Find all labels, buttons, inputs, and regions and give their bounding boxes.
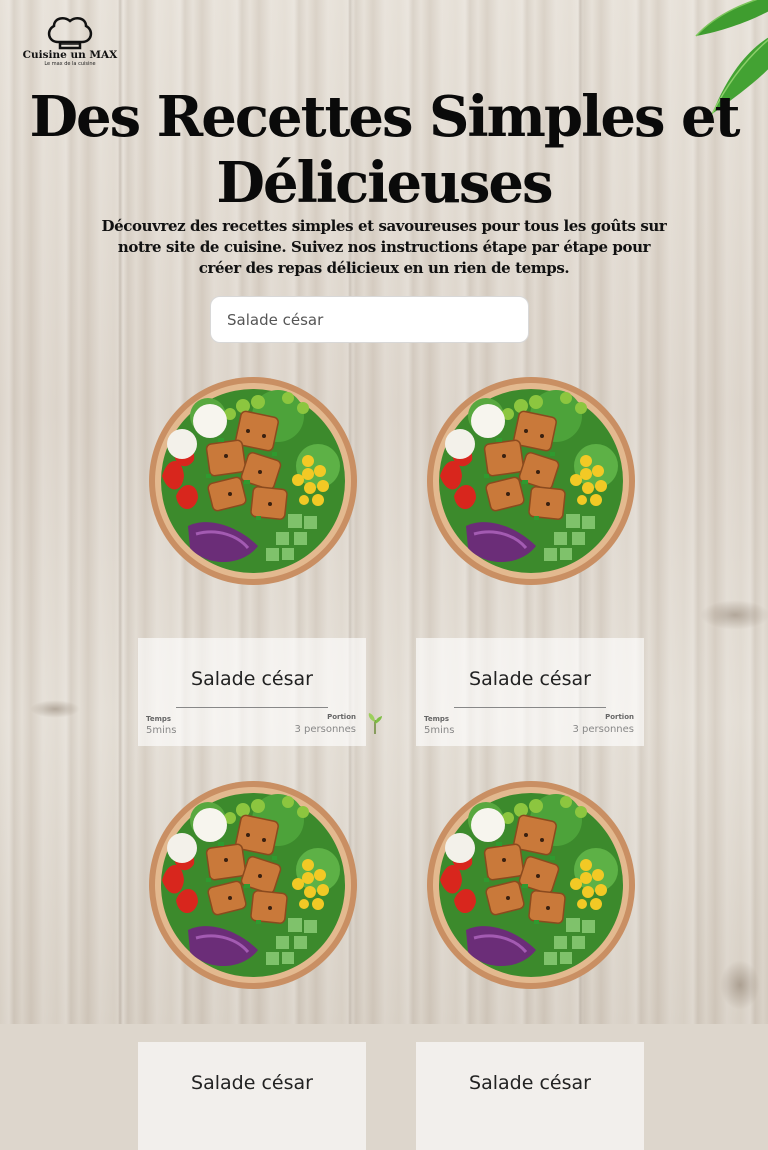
- salad-plate-image: [148, 780, 358, 990]
- recipe-info-panel: Salade césar: [416, 1042, 644, 1150]
- time-value: 5mins: [424, 725, 455, 736]
- logo-tagline: Le max de la cuisine: [44, 61, 96, 67]
- salad-plate-image: [148, 376, 358, 586]
- portion-value: 3 personnes: [572, 724, 634, 735]
- page-title: Des Recettes Simples et Délicieuses: [29, 84, 740, 216]
- recipe-name[interactable]: Salade césar: [416, 1072, 644, 1094]
- search-input[interactable]: [210, 296, 529, 343]
- wood-knot: [700, 600, 768, 630]
- recipe-info-panel: Salade césar: [138, 1042, 366, 1150]
- divider: [454, 707, 606, 708]
- time-value: 5mins: [146, 725, 177, 736]
- chef-hat-icon: [47, 17, 93, 50]
- sprout-icon: [368, 713, 382, 734]
- recipe-name[interactable]: Salade césar: [138, 668, 366, 690]
- salad-plate-image: [426, 376, 636, 586]
- recipe-name[interactable]: Salade césar: [416, 668, 644, 690]
- portion-label: Portion: [327, 713, 356, 721]
- salad-plate-image: [426, 780, 636, 990]
- wood-knot: [30, 700, 80, 718]
- page-subtitle: Découvrez des recettes simples et savour…: [101, 217, 667, 277]
- wood-knot: [720, 960, 760, 1010]
- portion-value: 3 personnes: [294, 724, 356, 735]
- recipe-info-panel: Salade césar Temps 5mins Portion 3 perso…: [138, 638, 366, 746]
- time-label: Temps: [424, 715, 450, 723]
- recipe-name[interactable]: Salade césar: [138, 1072, 366, 1094]
- time-label: Temps: [146, 715, 172, 723]
- site-logo[interactable]: Cuisine un MAX Le max de la cuisine: [20, 14, 120, 67]
- portion-label: Portion: [605, 713, 634, 721]
- recipe-info-panel: Salade césar Temps 5mins Portion 3 perso…: [416, 638, 644, 746]
- divider: [176, 707, 328, 708]
- logo-name: Cuisine un MAX: [22, 49, 118, 61]
